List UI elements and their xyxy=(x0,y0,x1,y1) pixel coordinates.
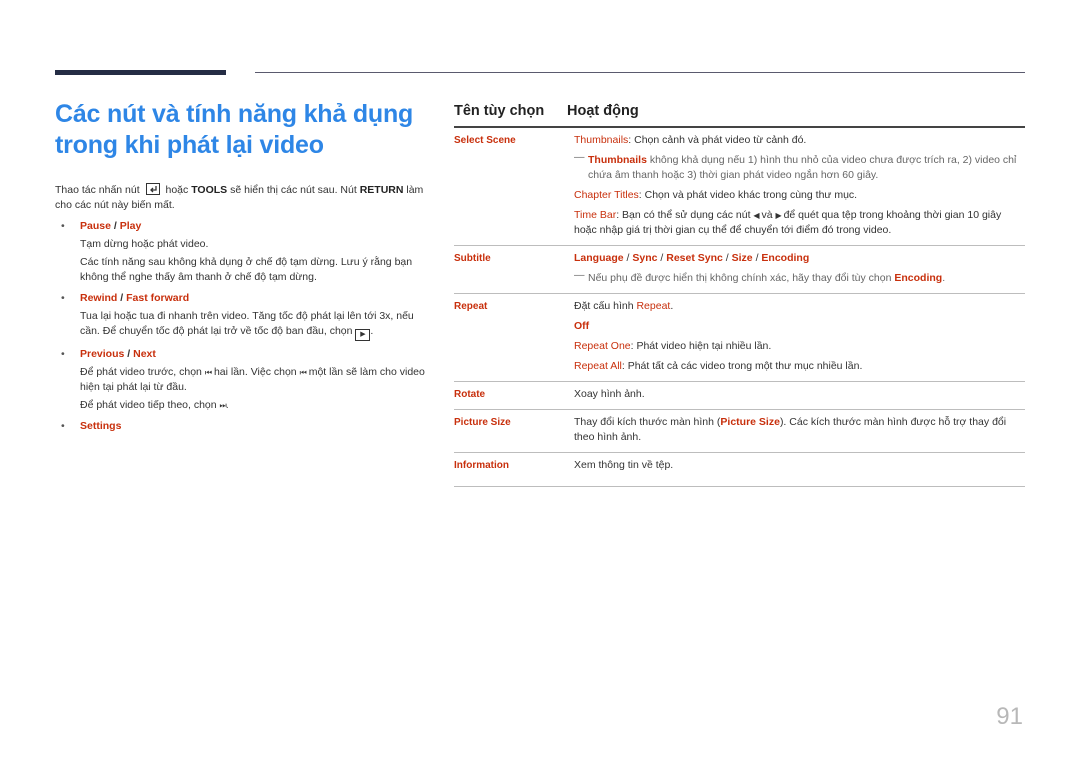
bullet-dot: • xyxy=(61,420,65,432)
tools-icon xyxy=(145,183,160,195)
table-row-picture-size: Picture Size Thay đổi kích thước màn hìn… xyxy=(454,410,1025,453)
table-row-subtitle: Subtitle Language / Sync / Reset Sync / … xyxy=(454,246,1025,294)
right-arrow-icon: ▶ xyxy=(775,211,782,220)
bullet-settings: • Settings xyxy=(61,420,122,432)
page-number: 91 xyxy=(996,703,1023,730)
table-row-rotate: Rotate Xoay hình ảnh. xyxy=(454,382,1025,410)
left-arrow-icon: ◀ xyxy=(753,211,759,220)
left-column: Thao tác nhấn nút hoặc TOOLS sẽ hiển thị… xyxy=(55,183,435,434)
bullet-dot: • xyxy=(61,348,65,360)
header-accent-bar xyxy=(55,70,226,75)
next-icon: ⏭ xyxy=(219,401,227,410)
play-icon: ▶ xyxy=(355,329,371,341)
bullet-previous-next: • Previous / Next Để phát video trước, c… xyxy=(61,348,425,411)
table-row-repeat: Repeat Đặt cấu hình Repeat. Off Repeat O… xyxy=(454,294,1025,382)
options-table: Tên tùy chọn Hoạt động Select Scene Thum… xyxy=(454,96,1025,487)
previous-icon: ⏮ xyxy=(204,368,212,377)
table-row-select-scene: Select Scene Thumbnails: Chọn cảnh và ph… xyxy=(454,128,1025,246)
note: — Thumbnails không khả dụng nếu 1) hình t… xyxy=(574,151,1017,181)
intro-paragraph: Thao tác nhấn nút hoặc TOOLS sẽ hiển thị… xyxy=(55,183,424,211)
note: — Nếu phụ đề được hiển thị không chính xá… xyxy=(574,269,946,284)
header-option-name: Tên tùy chọn xyxy=(454,103,545,119)
bullet-pause-play: • Pause / Play Tạm dừng hoặc phát video.… xyxy=(61,220,413,283)
bullet-rewind-ff: • Rewind / Fast forward Tua lại hoặc tua… xyxy=(55,291,435,341)
header-rule xyxy=(255,72,1025,73)
page-title: Các nút và tính năng khả dụng trong khi … xyxy=(55,100,414,159)
header-action: Hoạt động xyxy=(567,103,639,119)
bullet-dot: • xyxy=(61,220,65,232)
previous-icon: ⏮ xyxy=(299,368,307,377)
bullet-dot: • xyxy=(61,292,65,304)
table-row-information: Information Xem thông tin về tệp. xyxy=(454,453,1025,487)
table-header: Tên tùy chọn Hoạt động xyxy=(454,96,1025,128)
